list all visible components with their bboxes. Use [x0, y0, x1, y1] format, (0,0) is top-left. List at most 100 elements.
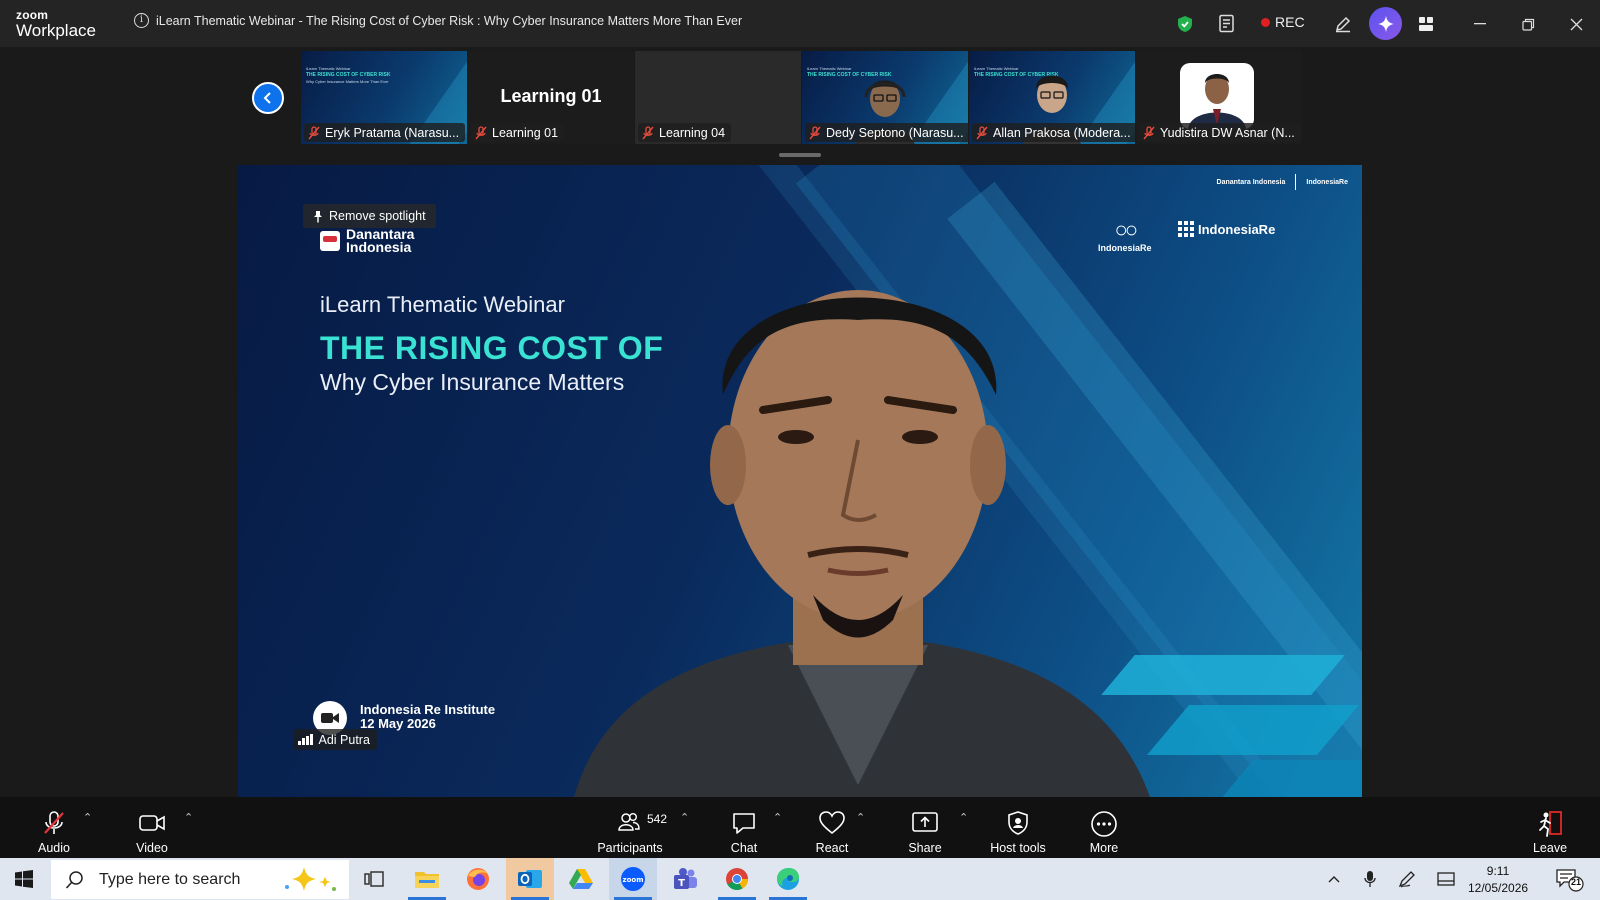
- gallery-strip: iLearn Thematic Webinar THE RISING COST …: [0, 47, 1600, 165]
- minimize-window-icon[interactable]: [1468, 12, 1492, 36]
- teams-icon[interactable]: T: [661, 858, 709, 900]
- slide-mini-headline: THE RISING COST OF CYBER RISK: [306, 72, 391, 78]
- video-camera-icon: [139, 815, 165, 831]
- leave-button[interactable]: Leave: [1528, 797, 1572, 858]
- heart-icon: [819, 811, 845, 835]
- zoom-app-icon[interactable]: zoom: [609, 858, 657, 900]
- ai-companion-button[interactable]: [1369, 7, 1402, 40]
- outlook-icon[interactable]: [506, 858, 554, 900]
- brand-bottom: Workplace: [16, 21, 96, 40]
- clock-date: 12/05/2026: [1468, 881, 1529, 895]
- participant-name: Learning 04: [659, 125, 726, 140]
- chat-label: Chat: [730, 841, 758, 855]
- danantara-logo-text: Danantara Indonesia: [346, 226, 415, 255]
- muted-mic-icon: [308, 125, 320, 139]
- react-options-caret-icon[interactable]: ⌃: [856, 811, 865, 824]
- display-tray-icon[interactable]: [1434, 858, 1458, 900]
- participant-tile[interactable]: iLearn Thematic Webinar THE RISING COST …: [802, 51, 968, 144]
- share-button[interactable]: Share: [901, 797, 949, 858]
- participants-label: Participants: [597, 841, 663, 855]
- participant-nametag: Yudistira DW Asnar (N...: [1139, 123, 1301, 142]
- muted-mic-icon: [44, 811, 64, 834]
- speaker-nametag: Adi Putra: [293, 729, 377, 750]
- task-view-icon[interactable]: [350, 858, 398, 900]
- share-screen-icon: [912, 812, 938, 832]
- chat-options-caret-icon[interactable]: ⌃: [773, 811, 782, 824]
- participants-options-caret-icon[interactable]: ⌃: [680, 811, 689, 824]
- pen-tray-icon[interactable]: [1395, 858, 1419, 900]
- search-icon: [65, 870, 83, 889]
- recording-indicator[interactable]: REC: [1261, 14, 1305, 30]
- restore-window-icon[interactable]: [1516, 12, 1540, 36]
- react-button[interactable]: React: [808, 797, 856, 858]
- participants-button[interactable]: Participants: [590, 797, 670, 858]
- slide-organizer: Indonesia Re Institute 12 May 2026: [360, 703, 495, 731]
- participant-name: Learning 01: [492, 125, 559, 140]
- leave-label: Leave: [1532, 841, 1568, 855]
- zoom-logo: zoom Workplace: [16, 9, 96, 39]
- participant-tile[interactable]: iLearn Thematic Webinar THE RISING COST …: [969, 51, 1135, 144]
- notification-center-icon[interactable]: 21: [1556, 868, 1584, 897]
- slide-mini-text: iLearn Thematic Webinar: [974, 66, 1019, 71]
- chat-button[interactable]: Chat: [722, 797, 766, 858]
- participant-count: 542: [647, 812, 668, 826]
- close-window-icon[interactable]: [1564, 12, 1588, 36]
- participant-tile[interactable]: iLearn Thematic Webinar THE RISING COST …: [301, 51, 467, 144]
- annotate-pencil-icon[interactable]: [1331, 12, 1355, 36]
- participant-name: Dedy Septono (Narasu...: [826, 125, 964, 140]
- windows-start-button[interactable]: [0, 858, 48, 900]
- organizer-name: Indonesia Re Institute: [360, 702, 496, 717]
- more-dots-icon: [1091, 811, 1117, 837]
- muted-mic-icon: [475, 125, 487, 139]
- view-apps-icon[interactable]: [1414, 12, 1438, 36]
- more-label: More: [1089, 841, 1119, 855]
- audio-label: Audio: [38, 841, 70, 855]
- leave-door-icon: [1539, 811, 1562, 837]
- gallery-previous-button[interactable]: [252, 82, 284, 114]
- share-options-caret-icon[interactable]: ⌃: [959, 811, 968, 824]
- show-hidden-icons-chevron-icon[interactable]: [1322, 858, 1346, 900]
- file-explorer-icon[interactable]: [403, 858, 451, 900]
- video-button[interactable]: Video: [132, 797, 172, 858]
- share-label: Share: [908, 841, 942, 855]
- participant-tile[interactable]: Learning 01 Learning 01: [468, 51, 634, 144]
- encryption-shield-icon[interactable]: [1173, 12, 1197, 36]
- meeting-toolbar: Audio ⌃ Video ⌃ Participants 542 ⌃ Chat …: [0, 797, 1600, 858]
- video-label: Video: [136, 841, 168, 855]
- windows-logo-icon: [15, 870, 33, 888]
- meeting-info-icon[interactable]: i: [134, 13, 149, 28]
- host-tools-button[interactable]: Host tools: [985, 797, 1051, 858]
- participant-name: Allan Prakosa (Modera...: [993, 125, 1131, 140]
- svg-text:zoom: zoom: [623, 876, 644, 884]
- react-label: React: [815, 841, 849, 855]
- title-bar: zoom Workplace i iLearn Thematic Webinar…: [0, 0, 1600, 47]
- slide-corner-logos: Danantara Indonesia IndonesiaRe: [1217, 174, 1348, 190]
- chevron-left-icon: [263, 92, 271, 104]
- taskbar-search-box[interactable]: Type here to search: [51, 860, 349, 899]
- gallery-resize-handle[interactable]: [779, 153, 821, 157]
- microphone-tray-icon[interactable]: [1358, 858, 1382, 900]
- video-options-caret-icon[interactable]: ⌃: [184, 811, 193, 824]
- transcript-icon[interactable]: [1215, 12, 1239, 36]
- chrome-icon[interactable]: [713, 858, 761, 900]
- taskbar-clock[interactable]: 9:11 12/05/2026: [1468, 863, 1528, 897]
- connection-signal-icon: [298, 734, 313, 745]
- remove-spotlight-button[interactable]: Remove spotlight: [303, 204, 436, 228]
- muted-mic-icon: [976, 125, 988, 139]
- audio-button[interactable]: Audio: [34, 797, 74, 858]
- edge-icon[interactable]: [764, 858, 812, 900]
- more-button[interactable]: More: [1080, 797, 1128, 858]
- danantara-mini-logo: Danantara Indonesia: [1216, 178, 1286, 186]
- speaker-name: Adi Putra: [318, 732, 370, 747]
- audio-options-caret-icon[interactable]: ⌃: [83, 811, 92, 824]
- google-drive-icon[interactable]: [557, 858, 605, 900]
- participant-display-name: Learning 01: [500, 86, 602, 106]
- participant-tile[interactable]: Learning 04: [635, 51, 801, 144]
- firefox-icon[interactable]: [454, 858, 502, 900]
- slide-mini-subline: Why Cyber Insurance Matters More Than Ev…: [306, 79, 389, 84]
- participant-tile[interactable]: Yudistira DW Asnar (N...: [1136, 51, 1302, 144]
- record-dot-icon: [1261, 17, 1270, 27]
- profile-photo: [1180, 63, 1254, 129]
- indonesiare-institute-text: IndonesiaRe: [1198, 221, 1276, 237]
- spotlight-video[interactable]: Danantara Indonesia IndonesiaRe Danantar…: [238, 165, 1362, 797]
